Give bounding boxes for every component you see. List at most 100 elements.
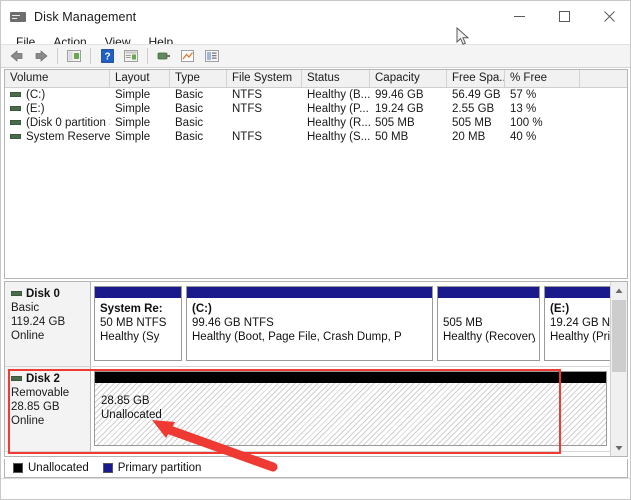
volume-icon: [10, 106, 21, 112]
disk-graphical-panel: Disk 0 Basic 119.24 GB Online System Re: 50 M…: [4, 281, 628, 457]
partition-size-filesystem: 505 MB: [443, 317, 483, 329]
cell-percent-free: 57 %: [510, 89, 537, 101]
disk-type-label: Removable: [11, 387, 70, 399]
cell-free-space: 505 MB: [452, 117, 492, 129]
forward-icon[interactable]: [30, 46, 52, 66]
partition-color-bar: [95, 287, 181, 298]
properties-icon[interactable]: [120, 46, 142, 66]
partition-label: System Re:: [100, 303, 163, 315]
disk-name-label: Disk 0: [11, 287, 90, 301]
cell-free-space: 2.55 GB: [452, 103, 495, 115]
scrollbar-thumb[interactable]: [612, 300, 626, 372]
partition-label: (C:): [192, 303, 212, 315]
partition-block[interactable]: System Re: 50 MB NTFS Healthy (Sy: [94, 286, 182, 361]
table-row[interactable]: (E:) Simple Basic NTFS Healthy (P... 19.24 GB…: [5, 102, 627, 116]
unallocated-size-label: 28.85 GB: [101, 395, 150, 407]
toolbar-separator: [57, 48, 58, 64]
disk-type-label: Basic: [11, 302, 40, 314]
disk-row-disk-2[interactable]: Disk 2 Removable 28.85 GB Online 28.85 GB Una…: [5, 367, 610, 452]
disk-icon: [11, 291, 22, 297]
partition-status: Healthy (Sy: [100, 331, 160, 343]
create-vhd-icon[interactable]: [177, 46, 199, 66]
cell-status: Healthy (P...: [307, 103, 369, 115]
cell-volume: (C:): [5, 88, 110, 102]
cell-capacity: 50 MB: [375, 131, 409, 143]
volume-table-body: (C:) Simple Basic NTFS Healthy (B... 99.46 GB…: [5, 88, 627, 144]
minimize-button[interactable]: [497, 1, 542, 32]
disk-partitions: 28.85 GB Unallocated: [91, 367, 610, 451]
help-icon[interactable]: ?: [96, 46, 118, 66]
cell-layout: Simple: [115, 89, 151, 101]
column-header-type[interactable]: Type: [170, 70, 227, 87]
disk-management-window: Disk Management File Action View Help ? …: [0, 0, 631, 500]
cell-free-space: 20 MB: [452, 131, 486, 143]
disk-state-label: Online: [11, 415, 45, 427]
partition-size-filesystem: 50 MB NTFS: [100, 317, 167, 329]
partition-block[interactable]: (C:) 99.46 GB NTFS Healthy (Boot, Page Fil…: [186, 286, 433, 361]
table-row[interactable]: (C:) Simple Basic NTFS Healthy (B... 99.46 GB…: [5, 88, 627, 102]
cell-file-system: NTFS: [232, 89, 263, 101]
cell-file-system: NTFS: [232, 131, 263, 143]
column-header-volume[interactable]: Volume: [5, 70, 110, 87]
partition-label: (E:): [550, 303, 570, 315]
volume-icon: [10, 134, 21, 140]
partition-label: [443, 302, 535, 316]
cell-type: Basic: [175, 103, 204, 115]
toolbar: ?: [1, 44, 630, 68]
cell-file-system: NTFS: [232, 103, 263, 115]
rescan-disks-icon[interactable]: [153, 46, 175, 66]
cell-percent-free: 40 %: [510, 131, 537, 143]
scroll-down-icon[interactable]: [611, 439, 627, 456]
column-header-free-space[interactable]: Free Spa...: [447, 70, 505, 87]
maximize-button[interactable]: [542, 1, 587, 32]
legend-label-primary-partition: Primary partition: [117, 462, 202, 474]
cell-capacity: 99.46 GB: [375, 89, 424, 101]
column-header-blank[interactable]: [580, 70, 626, 87]
cell-free-space: 56.49 GB: [452, 89, 501, 101]
partition-block[interactable]: 505 MB Healthy (Recovery P: [437, 286, 540, 361]
legend-label-unallocated: Unallocated: [28, 462, 89, 474]
volume-icon: [10, 92, 21, 98]
title-bar: Disk Management: [1, 1, 630, 32]
column-header-status[interactable]: Status: [302, 70, 370, 87]
window-title: Disk Management: [34, 9, 137, 24]
table-row[interactable]: System Reserved Simple Basic NTFS Healthy (S…: [5, 130, 627, 144]
column-header-layout[interactable]: Layout: [110, 70, 170, 87]
disk-info-panel[interactable]: Disk 2 Removable 28.85 GB Online: [5, 367, 91, 451]
cell-percent-free: 13 %: [510, 103, 537, 115]
partition-block[interactable]: (E:) 19.24 GB NTFS Healthy (Primary Partit…: [544, 286, 610, 361]
cell-layout: Simple: [115, 103, 151, 115]
scroll-up-icon[interactable]: [611, 282, 627, 299]
cell-type: Basic: [175, 89, 204, 101]
partition-color-bar: [187, 287, 432, 298]
partition-color-bar: [438, 287, 539, 298]
cell-volume: (E:): [5, 102, 110, 116]
show-hide-console-tree-icon[interactable]: [63, 46, 85, 66]
partition-status: Healthy (Primary Partition): [550, 331, 610, 343]
disk-row-disk-0[interactable]: Disk 0 Basic 119.24 GB Online System Re: 50 M…: [5, 282, 610, 367]
disk-panel-scrollbar[interactable]: [610, 282, 627, 456]
column-header-file-system[interactable]: File System: [227, 70, 302, 87]
column-header-capacity[interactable]: Capacity: [370, 70, 447, 87]
partition-color-bar: [545, 287, 610, 298]
partition-status: Healthy (Boot, Page File, Crash Dump, P: [192, 331, 402, 343]
unallocated-block[interactable]: 28.85 GB Unallocated: [94, 371, 607, 446]
legend-swatch-unallocated: [13, 463, 23, 473]
unallocated-status-label: Unallocated: [101, 409, 162, 421]
disk-state-label: Online: [11, 330, 45, 342]
cell-volume: (Disk 0 partition 3): [5, 116, 110, 130]
cell-percent-free: 100 %: [510, 117, 543, 129]
unallocated-text: 28.85 GB Unallocated: [95, 383, 606, 422]
volume-icon: [10, 120, 21, 126]
disk-rows-container: Disk 0 Basic 119.24 GB Online System Re: 50 M…: [5, 282, 610, 456]
toolbar-separator: [90, 48, 91, 64]
attach-vhd-icon[interactable]: [201, 46, 223, 66]
table-row[interactable]: (Disk 0 partition 3) Simple Basic Healthy (…: [5, 116, 627, 130]
status-bar: [1, 478, 630, 499]
disk-name-label: Disk 2: [11, 372, 90, 386]
disk-legend: Unallocated Primary partition: [4, 459, 628, 478]
close-button[interactable]: [587, 1, 630, 32]
column-header-percent-free[interactable]: % Free: [505, 70, 580, 87]
disk-info-panel[interactable]: Disk 0 Basic 119.24 GB Online: [5, 282, 91, 366]
back-icon[interactable]: [6, 46, 28, 66]
